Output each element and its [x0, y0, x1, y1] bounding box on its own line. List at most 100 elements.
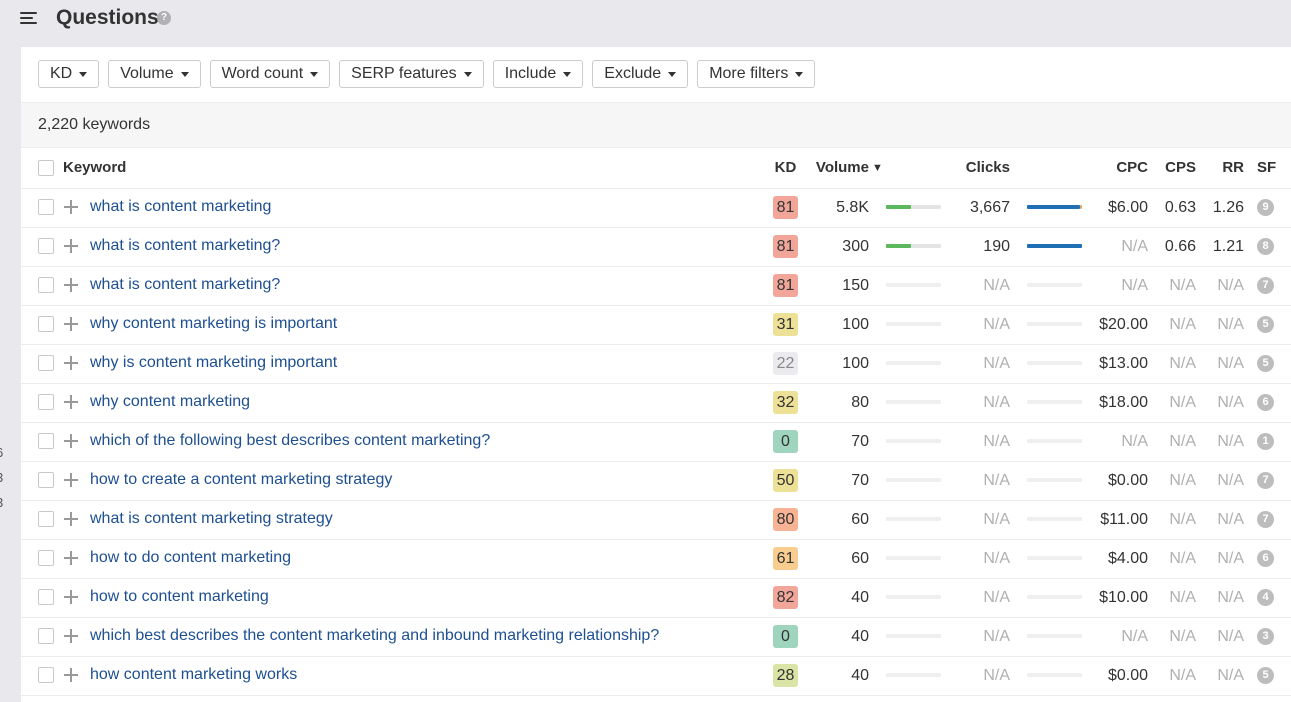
cps-cell: N/A [1148, 422, 1196, 462]
column-header-cpc[interactable]: CPC [1083, 148, 1148, 189]
add-to-list-icon[interactable] [64, 551, 78, 566]
sf-cell: 5 [1244, 344, 1291, 384]
row-checkbox[interactable] [38, 667, 54, 684]
keyword-link[interactable]: which of the following best describes co… [90, 432, 490, 449]
row-checkbox[interactable] [38, 277, 54, 294]
add-to-list-icon[interactable] [64, 590, 78, 605]
clicks-bar-cell [1010, 578, 1083, 618]
column-header-kd[interactable]: KD [759, 148, 812, 189]
clicks-bar-cell [1010, 383, 1083, 423]
keyword-link[interactable]: how content marketing works [90, 666, 297, 683]
keyword-link[interactable]: why is content marketing important [90, 354, 337, 371]
column-header-volume[interactable]: Volume [812, 148, 869, 189]
add-to-list-icon[interactable] [64, 278, 78, 293]
add-to-list-icon[interactable] [64, 317, 78, 332]
table-row: what is content marketing 81 5.8K 3,667 $6.0… [21, 188, 1291, 228]
keyword-link[interactable]: what is content marketing? [90, 237, 280, 254]
add-to-list-icon[interactable] [64, 512, 78, 527]
clicks-bar [1027, 439, 1082, 444]
keyword-link[interactable]: how to do content marketing [90, 549, 291, 566]
serp-features-badge[interactable]: 6 [1257, 393, 1274, 411]
serp-features-badge[interactable]: 8 [1257, 237, 1274, 255]
sort-descending-icon[interactable]: ▼ [869, 148, 941, 189]
rr-cell: N/A [1196, 500, 1244, 540]
serp-features-badge[interactable]: 7 [1257, 510, 1274, 528]
row-checkbox[interactable] [38, 355, 54, 372]
filter-word-count-button[interactable]: Word count [209, 60, 331, 88]
volume-cell: 40 [812, 617, 869, 657]
serp-features-badge[interactable]: 6 [1257, 549, 1274, 567]
help-icon[interactable]: ? [157, 11, 171, 25]
row-checkbox[interactable] [38, 316, 54, 333]
keyword-link[interactable]: what is content marketing [90, 198, 271, 215]
column-header-keyword[interactable]: Keyword [21, 148, 759, 189]
serp-features-badge[interactable]: 5 [1257, 354, 1274, 372]
keyword-link[interactable]: what is content marketing strategy [90, 510, 333, 527]
filter-volume-button[interactable]: Volume [108, 60, 201, 88]
add-to-list-icon[interactable] [64, 395, 78, 410]
cpc-cell: $0.00 [1083, 461, 1148, 501]
filter-exclude-button[interactable]: Exclude [592, 60, 689, 88]
filter-serp-features-button[interactable]: SERP features [339, 60, 484, 88]
add-to-list-icon[interactable] [64, 239, 78, 254]
rr-cell: N/A [1196, 539, 1244, 579]
serp-features-badge[interactable]: 7 [1257, 276, 1274, 294]
filter-include-button[interactable]: Include [492, 60, 584, 88]
column-header-cps[interactable]: CPS [1148, 148, 1196, 189]
clicks-bar-cell [1010, 305, 1083, 345]
cpc-cell: $20.00 [1083, 305, 1148, 345]
caret-down-icon [463, 71, 472, 77]
row-checkbox[interactable] [38, 550, 54, 567]
clicks-bar [1027, 244, 1082, 249]
clicks-cell: N/A [941, 266, 1010, 306]
select-all-checkbox[interactable] [38, 160, 54, 177]
rr-cell: N/A [1196, 461, 1244, 501]
keyword-link[interactable]: how to create a content marketing strate… [90, 471, 392, 488]
sf-cell: 7 [1244, 266, 1291, 306]
keyword-link[interactable]: what is content marketing? [90, 276, 280, 293]
add-to-list-icon[interactable] [64, 356, 78, 371]
add-to-list-icon[interactable] [64, 668, 78, 683]
row-checkbox[interactable] [38, 511, 54, 528]
row-checkbox[interactable] [38, 199, 54, 216]
keyword-cell: what is content marketing [21, 188, 759, 228]
column-header-sf[interactable]: SF [1244, 148, 1291, 189]
keyword-link[interactable]: why content marketing [90, 393, 250, 410]
add-to-list-icon[interactable] [64, 629, 78, 644]
table-body: what is content marketing 81 5.8K 3,667 $6.0… [21, 188, 1291, 696]
serp-features-badge[interactable]: 5 [1257, 666, 1274, 684]
row-checkbox[interactable] [38, 433, 54, 450]
rr-cell: N/A [1196, 344, 1244, 384]
sf-cell: 3 [1244, 617, 1291, 657]
keyword-link[interactable]: why content marketing is important [90, 315, 337, 332]
serp-features-badge[interactable]: 1 [1257, 432, 1274, 450]
row-checkbox[interactable] [38, 628, 54, 645]
row-checkbox[interactable] [38, 238, 54, 255]
column-header-clicks[interactable]: Clicks [941, 148, 1010, 189]
caret-down-icon [668, 71, 677, 77]
clicks-cell: N/A [941, 656, 1010, 696]
keyword-link[interactable]: which best describes the content marketi… [90, 627, 659, 644]
add-to-list-icon[interactable] [64, 434, 78, 449]
add-to-list-icon[interactable] [64, 200, 78, 215]
cps-cell: N/A [1148, 344, 1196, 384]
clicks-bar-cell [1010, 227, 1083, 267]
column-header-rr[interactable]: RR [1196, 148, 1244, 189]
serp-features-badge[interactable]: 5 [1257, 315, 1274, 333]
row-checkbox[interactable] [38, 472, 54, 489]
clicks-bar-cell [1010, 539, 1083, 579]
row-checkbox[interactable] [38, 394, 54, 411]
filter-kd-button[interactable]: KD [38, 60, 100, 88]
hamburger-menu-icon[interactable] [20, 11, 38, 25]
clicks-cell: N/A [941, 461, 1010, 501]
serp-features-badge[interactable]: 4 [1257, 588, 1274, 606]
filter-label: Word count [221, 65, 304, 82]
serp-features-badge[interactable]: 9 [1257, 198, 1274, 216]
serp-features-badge[interactable]: 3 [1257, 627, 1274, 645]
filter-more-filters-button[interactable]: More filters [697, 60, 816, 88]
serp-features-badge[interactable]: 7 [1257, 471, 1274, 489]
kd-cell: 61 [759, 539, 812, 579]
add-to-list-icon[interactable] [64, 473, 78, 488]
keyword-link[interactable]: how to content marketing [90, 588, 269, 605]
row-checkbox[interactable] [38, 589, 54, 606]
